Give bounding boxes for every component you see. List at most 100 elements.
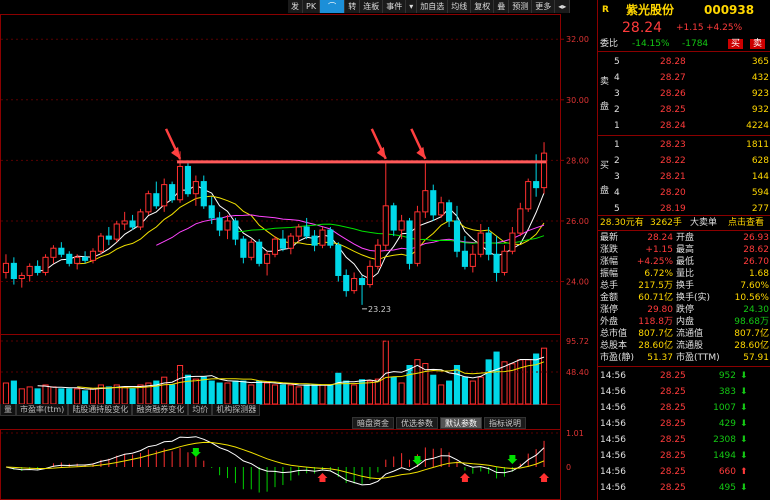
toolbar-item-5[interactable]: 事件 — [383, 0, 407, 13]
toolbar-item-7[interactable]: 加自选 — [417, 0, 449, 13]
toolbar-item-9[interactable]: 复权 — [471, 0, 495, 13]
toolbar-item-2[interactable]: ⌒ — [320, 0, 346, 13]
big-order-row[interactable]: 28.30元有 3262手 大卖单 点击查看 — [598, 217, 770, 229]
stat-value: 118.8万 — [638, 317, 673, 327]
tick-time: 14:56 — [600, 387, 626, 397]
candle — [97, 235, 104, 252]
tick-row: 14:56 28.25 383 ⬇ — [598, 386, 770, 398]
sell-button[interactable]: 卖 — [750, 39, 766, 49]
toolbar-item-10[interactable]: 叠 — [494, 0, 510, 13]
toolbar-item-6[interactable]: ▾ — [406, 0, 418, 13]
volume-bar — [105, 386, 112, 405]
price-tick-label: 30.00 — [566, 96, 589, 105]
indicator-tab-4[interactable]: 均价 — [188, 404, 213, 416]
weibi-diff: -1784 — [682, 39, 709, 49]
candle — [232, 220, 239, 240]
bid-level-2[interactable]: 2 28.22 628 — [598, 155, 770, 167]
up-signal-icon — [459, 473, 470, 482]
volume-bar — [176, 364, 184, 405]
indicator-tab-5[interactable]: 机构探测器 — [212, 404, 261, 416]
down-arrow-icon: ⬇ — [740, 483, 748, 493]
buy-button[interactable]: 买 — [728, 39, 744, 49]
indicator-tab-2[interactable]: 陆股通持股变化 — [68, 404, 133, 416]
indicator-tab-1[interactable]: 市盈率(ttm) — [16, 404, 69, 416]
volume-bar — [327, 384, 334, 405]
volume-bar — [319, 384, 326, 405]
tick-volume: 660 — [718, 467, 736, 477]
param-tab-0[interactable]: 暗盘资金 — [352, 417, 394, 429]
toolbar-item-8[interactable]: 均线 — [448, 0, 472, 13]
volume-bar — [58, 388, 65, 405]
volume-bar — [311, 384, 318, 405]
bid-level-4[interactable]: 4 28.20 594 — [598, 187, 770, 199]
toolbar-item-4[interactable]: 连板 — [360, 0, 384, 13]
tick-price: 28.25 — [660, 483, 686, 493]
tick-volume: 383 — [718, 387, 736, 397]
ask-level-4[interactable]: 4 28.27 432 — [598, 72, 770, 84]
level-num: 3 — [614, 89, 620, 99]
tick-time: 14:56 — [600, 403, 626, 413]
kline-chart-area[interactable]: 32.00 30.00 28.00 26.00 24.00 23.23 95.72 48.40… — [0, 0, 597, 500]
candle — [303, 226, 310, 237]
stat-label: 最新 — [600, 233, 619, 243]
candle — [2, 262, 10, 273]
volume-bar — [208, 380, 215, 405]
bid-level-5[interactable]: 5 28.19 277 — [598, 203, 770, 215]
candle — [89, 250, 97, 261]
ask-level-1[interactable]: 1 28.24 4224 — [598, 120, 770, 132]
down-signal-icon — [507, 455, 518, 464]
stat-value: +4.25% — [636, 257, 673, 267]
param-tab-1[interactable]: 优选参数 — [396, 417, 438, 429]
candle — [517, 208, 524, 234]
param-tab-3[interactable]: 指标说明 — [484, 417, 526, 429]
candle — [493, 253, 500, 273]
volume-tick-label: 95.72 — [566, 337, 589, 346]
indicator-tick-label: 1.01 — [566, 429, 584, 438]
toolbar-item-3[interactable]: 转 — [345, 0, 361, 13]
stat-row: 总手 217.5万 换手 7.60% — [598, 280, 770, 292]
candle — [351, 278, 358, 292]
stat-label: 流通股 — [676, 341, 704, 351]
candle — [343, 274, 350, 292]
stat-value: 29.80 — [647, 305, 673, 315]
volume-bar — [374, 378, 381, 405]
candle — [264, 253, 271, 264]
toolbar-item-0[interactable]: 发 — [288, 0, 303, 13]
bid-level-3[interactable]: 3 28.21 144 — [598, 171, 770, 183]
stat-label: 换手(实) — [676, 293, 711, 303]
tick-price: 28.25 — [660, 387, 686, 397]
big-order-link[interactable]: 点击查看 — [728, 217, 764, 229]
indicator-tab-0[interactable]: 量 — [0, 404, 16, 416]
param-tab-2[interactable]: 默认参数 — [440, 417, 482, 429]
level-price: 28.19 — [660, 204, 686, 214]
bid-level-1[interactable]: 1 28.23 1811 — [598, 139, 770, 151]
toolbar-item-13[interactable]: ◂▸ — [555, 0, 571, 13]
volume-bar — [271, 384, 279, 405]
volume-bar — [461, 376, 468, 405]
volume-bar — [82, 390, 89, 405]
ask-level-3[interactable]: 3 28.26 923 — [598, 88, 770, 100]
indicator-tab-3[interactable]: 融资融券变化 — [132, 404, 189, 416]
ask-level-5[interactable]: 5 28.28 365 — [598, 56, 770, 68]
indicator-tabs-right: 暗盘资金 优选参数 默认参数 指标说明 — [350, 417, 526, 429]
volume-bar — [50, 386, 57, 405]
tick-volume: 1007 — [713, 403, 736, 413]
toolbar-item-12[interactable]: 更多 — [532, 0, 556, 13]
big-order-amount: 28.30元有 — [600, 218, 644, 228]
volume-bar — [256, 380, 263, 405]
level-num: 4 — [614, 188, 620, 198]
quote-header: R 紫光股份 000938 — [598, 2, 770, 18]
candle — [192, 181, 199, 195]
volume-bar — [390, 376, 397, 405]
stat-value: 10.56% — [734, 293, 769, 303]
ask-level-2[interactable]: 2 28.25 932 — [598, 104, 770, 116]
volume-bar — [161, 376, 168, 405]
buy-side-label: 买盘 — [600, 161, 610, 196]
candle — [509, 232, 516, 252]
candle — [414, 211, 421, 264]
volume-bar — [517, 359, 524, 405]
volume-tick-label: 48.40 — [566, 368, 589, 377]
toolbar-item-1[interactable]: PK — [303, 0, 321, 13]
toolbar-item-11[interactable]: 预测 — [509, 0, 533, 13]
level-volume: 932 — [751, 105, 769, 115]
